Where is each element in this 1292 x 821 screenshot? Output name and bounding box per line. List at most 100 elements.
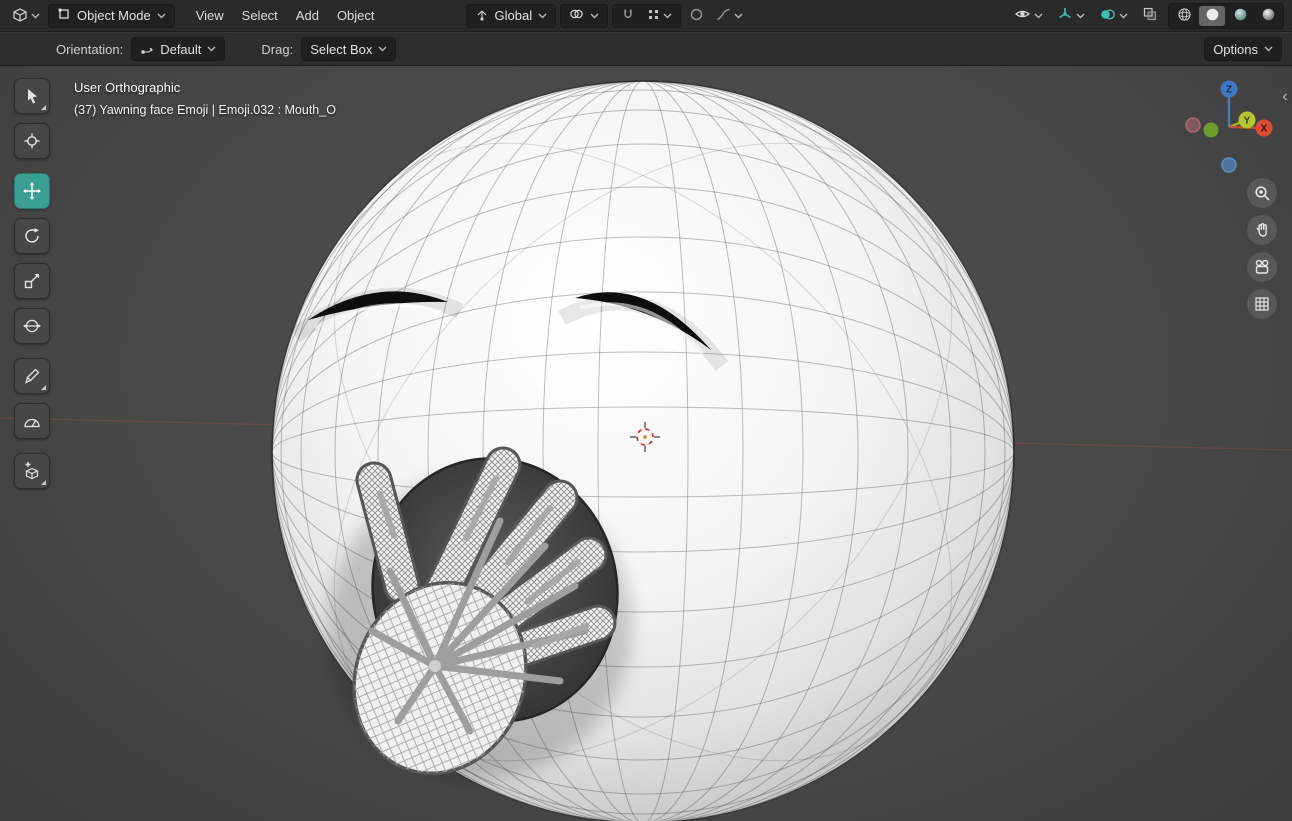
drag-mode-dropdown[interactable]: Select Box: [301, 37, 397, 61]
pan-button[interactable]: [1247, 215, 1277, 245]
move-icon: [23, 182, 41, 200]
chevron-down-icon: [31, 13, 40, 18]
drag-mode-value: Select Box: [310, 41, 373, 57]
mode-dropdown[interactable]: Object Mode: [48, 3, 175, 28]
tool-annotate[interactable]: [14, 358, 50, 394]
viewport-shading-group: [1168, 2, 1284, 29]
xray-icon: [1142, 6, 1158, 25]
overlays-icon: [1099, 7, 1116, 25]
wireframe-sphere-icon: [1177, 7, 1192, 25]
tool-scale[interactable]: [14, 263, 50, 299]
tool-cursor[interactable]: [14, 123, 50, 159]
chevron-down-icon: [157, 13, 166, 18]
hand-icon: [1256, 223, 1267, 237]
xray-toggle[interactable]: [1138, 3, 1162, 28]
transform-orientation-dropdown[interactable]: Global: [465, 3, 557, 28]
options-dropdown[interactable]: Options: [1204, 37, 1282, 61]
tool-column: [14, 78, 50, 489]
tool-select-box[interactable]: [14, 78, 50, 114]
editor-type-dropdown[interactable]: [8, 3, 44, 28]
tool-move[interactable]: [14, 173, 50, 209]
orientation-label: Orientation:: [56, 41, 124, 57]
header-bar: Object Mode View Select Add Object Globa…: [0, 0, 1292, 32]
tool-rotate[interactable]: [14, 218, 50, 254]
navigation-gizmo[interactable]: Z Y X: [1180, 75, 1280, 181]
drag-label: Drag:: [261, 41, 294, 57]
transform-icon: [23, 319, 41, 333]
object-mode-icon: [57, 7, 71, 24]
chevron-down-icon: [538, 13, 547, 18]
shading-solid-button[interactable]: [1199, 5, 1225, 26]
shading-wireframe-button[interactable]: [1171, 6, 1197, 26]
sidebar-expand-toggle[interactable]: ‹: [1278, 84, 1292, 110]
chevron-down-icon: [378, 46, 387, 52]
menu-object[interactable]: Object: [328, 4, 384, 27]
rotate-icon: [25, 228, 39, 243]
tool-transform[interactable]: [14, 308, 50, 344]
snapping-group: [612, 3, 682, 28]
orientation-globe-icon: [475, 7, 489, 24]
chevron-down-icon: [1119, 13, 1128, 18]
overlays-toggle-dropdown[interactable]: [1095, 4, 1132, 28]
orientation-axes-icon: [140, 41, 154, 58]
eye-icon: [1014, 7, 1031, 24]
proportional-falloff-dropdown[interactable]: [712, 4, 747, 27]
chevron-down-icon: [663, 13, 672, 18]
chevron-down-icon: [207, 46, 216, 52]
tool-add-cube[interactable]: [14, 453, 50, 489]
gizmo-neg-z-ball[interactable]: [1221, 157, 1237, 173]
gizmo-axes-icon: [1057, 6, 1073, 25]
material-sphere-icon: [1233, 7, 1248, 25]
snap-target-dropdown[interactable]: [643, 5, 676, 27]
gizmo-neg-x-ball[interactable]: [1185, 117, 1201, 133]
menu-add[interactable]: Add: [287, 4, 328, 27]
tool-settings-bar: Orientation: Default Drag: Select Box Op…: [0, 33, 1292, 66]
pivot-point-dropdown[interactable]: [560, 3, 609, 28]
annotate-pen-icon: [24, 368, 40, 384]
snap-increment-icon: [647, 8, 660, 24]
camera-view-button[interactable]: [1247, 252, 1277, 282]
subtool-indicator: [41, 105, 46, 110]
tool-measure[interactable]: [14, 403, 50, 439]
emoji-object[interactable]: [218, 66, 1068, 821]
chevron-down-icon: [1034, 13, 1043, 18]
scene-render: [0, 66, 1292, 821]
viewport-nav-buttons: [1247, 178, 1277, 319]
zoom-button[interactable]: [1247, 178, 1277, 208]
drag-orientation-dropdown[interactable]: Default: [131, 37, 226, 61]
gizmos-toggle-dropdown[interactable]: [1053, 3, 1089, 28]
chevron-down-icon: [734, 13, 743, 18]
header-menu-bar: View Select Add Object: [187, 4, 384, 27]
gizmo-y-label: Y: [1244, 116, 1251, 127]
object-visibility-dropdown[interactable]: [1010, 4, 1047, 27]
shading-rendered-button[interactable]: [1255, 6, 1281, 26]
menu-view[interactable]: View: [187, 4, 233, 27]
subtool-indicator: [41, 480, 46, 485]
proportional-editing-toggle[interactable]: [685, 4, 708, 28]
falloff-curve-icon: [716, 7, 731, 24]
mode-dropdown-label: Object Mode: [77, 8, 151, 23]
solid-sphere-icon: [1205, 7, 1220, 25]
perspective-toggle-button[interactable]: [1247, 289, 1277, 319]
menu-select[interactable]: Select: [233, 4, 287, 27]
gizmo-z-label: Z: [1226, 85, 1232, 96]
scale-icon: [24, 274, 39, 289]
grid-icon: [1255, 297, 1269, 311]
orientation-dropdown-label: Global: [494, 8, 533, 23]
viewport-editor-icon: [12, 6, 28, 25]
pointer-icon: [28, 89, 37, 104]
options-label: Options: [1213, 41, 1258, 57]
measure-protractor-icon: [24, 418, 40, 428]
orientation-value: Default: [160, 41, 202, 57]
gizmo-neg-y-ball[interactable]: [1203, 122, 1219, 138]
shading-material-button[interactable]: [1227, 6, 1253, 26]
palm-center-vertex: [429, 660, 441, 672]
gizmo-x-label: X: [1261, 124, 1268, 135]
rendered-sphere-icon: [1261, 7, 1276, 25]
magnet-icon: [621, 7, 635, 24]
viewport-3d[interactable]: User Orthographic (37) Yawning face Emoj…: [0, 66, 1292, 821]
chevron-down-icon: [1264, 46, 1273, 52]
proportional-circle-icon: [689, 7, 704, 25]
camera-icon: [1255, 259, 1269, 274]
snap-toggle[interactable]: [617, 4, 639, 27]
